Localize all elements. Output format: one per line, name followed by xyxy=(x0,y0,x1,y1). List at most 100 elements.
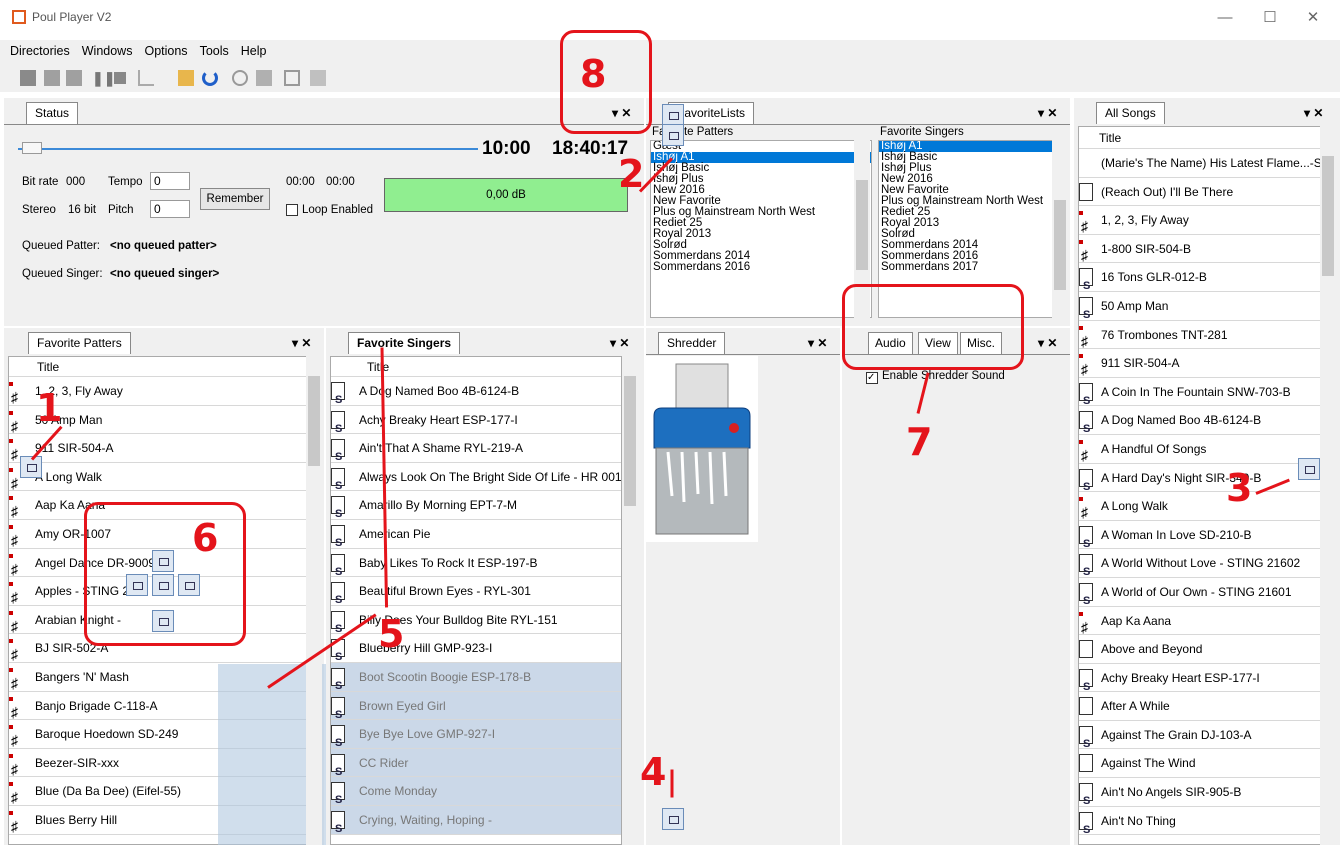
table-row[interactable]: Bye Bye Love GMP-927-I xyxy=(331,720,621,757)
play-icon[interactable] xyxy=(66,70,82,86)
tab-favorite-singers[interactable]: Favorite Singers xyxy=(348,332,461,354)
table-row[interactable]: A Hard Day's Night SIR-340-B xyxy=(1079,464,1335,501)
column-header-title[interactable]: Title xyxy=(1079,127,1335,149)
scroll-thumb[interactable] xyxy=(308,376,320,466)
dock-bottom-indicator[interactable] xyxy=(662,808,684,830)
maximize-button[interactable]: ☐ xyxy=(1250,6,1290,30)
all-songs-scrollbar[interactable] xyxy=(1320,126,1336,845)
column-header-title[interactable]: Title xyxy=(331,357,621,377)
table-row[interactable]: A Woman In Love SD-210-B xyxy=(1079,521,1335,558)
stop-icon[interactable] xyxy=(114,72,126,84)
shred-icon[interactable] xyxy=(256,70,272,86)
table-row[interactable]: Amarillo By Morning EPT-7-M xyxy=(331,491,621,528)
table-row[interactable]: Beautiful Brown Eyes - RYL-301 xyxy=(331,577,621,614)
table-row[interactable]: (Marie's The Name) His Latest Flame...-S… xyxy=(1079,149,1335,178)
table-row[interactable]: A Dog Named Boo 4B-6124-B xyxy=(1079,406,1335,443)
table-row[interactable]: Achy Breaky Heart ESP-177-I xyxy=(1079,664,1335,701)
table-row[interactable]: 911 SIR-504-A xyxy=(9,434,319,468)
curve-icon[interactable] xyxy=(138,70,154,86)
table-row[interactable]: (Reach Out) I'll Be There xyxy=(1079,178,1335,207)
list-item[interactable]: Sommerdans 2016 xyxy=(651,261,871,273)
dock-top-arrow[interactable] xyxy=(662,124,684,146)
table-row[interactable]: Aap Ka Aana xyxy=(1079,607,1335,641)
shredder-image[interactable] xyxy=(646,356,758,542)
pitch-stepper[interactable]: 0 xyxy=(150,200,190,218)
table-row[interactable]: 911 SIR-504-A xyxy=(1079,349,1335,383)
edit-icon[interactable] xyxy=(284,70,300,86)
refresh-icon[interactable] xyxy=(202,70,218,86)
favorite-patters-controls[interactable]: ▾ ✕ xyxy=(292,336,311,350)
dock-top-indicator[interactable] xyxy=(662,104,684,126)
table-row[interactable]: A World Without Love - STING 21602 xyxy=(1079,549,1335,586)
position-slider[interactable] xyxy=(18,148,478,150)
table-row[interactable]: Brown Eyed Girl xyxy=(331,691,621,729)
remember-button[interactable]: Remember xyxy=(200,188,270,210)
list-icon[interactable] xyxy=(20,70,36,86)
export-icon[interactable] xyxy=(310,70,326,86)
table-row[interactable]: A Coin In The Fountain SNW-703-B xyxy=(1079,378,1335,415)
position-slider-thumb[interactable] xyxy=(22,142,42,154)
menu-help[interactable]: Help xyxy=(235,40,273,62)
enable-shredder-checkbox[interactable]: ✓ xyxy=(866,372,878,384)
table-row[interactable]: A Long Walk xyxy=(1079,492,1335,526)
table-row[interactable]: Always Look On The Bright Side Of Life -… xyxy=(331,463,621,500)
tab-status[interactable]: Status xyxy=(26,102,79,124)
table-row[interactable]: Crying, Waiting, Hoping - xyxy=(331,805,621,843)
all-songs-controls[interactable]: ▾ ✕ xyxy=(1304,106,1323,120)
dock-right-indicator[interactable] xyxy=(1298,458,1320,480)
play-next-icon[interactable] xyxy=(44,70,60,86)
patters-favorite-list[interactable]: Gæst Ishøj A1 Ishøj Basic Ishøj Plus New… xyxy=(650,140,872,318)
column-header-title[interactable]: Title xyxy=(9,357,319,377)
list-item[interactable]: Sommerdans 2017 xyxy=(879,261,1067,273)
table-row[interactable]: 16 Tons GLR-012-B xyxy=(1079,263,1335,300)
menu-windows[interactable]: Windows xyxy=(76,40,139,62)
table-row[interactable]: 1, 2, 3, Fly Away xyxy=(1079,206,1335,240)
table-row[interactable]: A Handful Of Songs xyxy=(1079,435,1335,469)
pause-icon[interactable]: ❚❚ xyxy=(92,70,115,86)
table-row[interactable]: Boot Scootin Boogie ESP-178-B xyxy=(331,662,621,700)
scroll-thumb[interactable] xyxy=(856,180,868,270)
singers-list-scrollbar[interactable] xyxy=(1052,140,1068,318)
table-row[interactable]: American Pie xyxy=(331,520,621,557)
table-row[interactable]: Come Monday xyxy=(331,777,621,814)
shredder-controls[interactable]: ▾ ✕ xyxy=(808,336,827,350)
table-row[interactable]: A Long Walk xyxy=(9,463,319,497)
table-row[interactable]: CC Rider xyxy=(331,748,621,786)
menu-directories[interactable]: Directories xyxy=(4,40,76,62)
table-row[interactable]: Against The Grain DJ-103-A xyxy=(1079,721,1335,758)
table-row[interactable]: Achy Breaky Heart ESP-177-I xyxy=(331,406,621,443)
table-row[interactable]: Billy Does Your Bulldog Bite RYL-151 xyxy=(331,606,621,643)
options-controls[interactable]: ▾ ✕ xyxy=(1038,336,1057,350)
menu-tools[interactable]: Tools xyxy=(194,40,235,62)
tab-favorite-patters[interactable]: Favorite Patters xyxy=(28,332,131,354)
patters-scrollbar[interactable] xyxy=(306,356,322,845)
table-row[interactable]: A Dog Named Boo 4B-6124-B xyxy=(331,377,621,414)
table-row[interactable]: A World of Our Own - STING 21601 xyxy=(1079,578,1335,615)
close-button[interactable]: ✕ xyxy=(1293,6,1333,30)
tab-all-songs[interactable]: All Songs xyxy=(1096,102,1165,124)
table-row[interactable]: 1-800 SIR-504-B xyxy=(1079,235,1335,269)
table-row[interactable]: Ain't No Angels SIR-905-B xyxy=(1079,778,1335,815)
favorite-singers-controls[interactable]: ▾ ✕ xyxy=(610,336,629,350)
singers-scrollbar[interactable] xyxy=(622,356,638,845)
table-row[interactable]: 50 Amp Man xyxy=(1079,292,1335,329)
table-row[interactable]: 76 Trombones TNT-281 xyxy=(1079,321,1335,355)
table-row[interactable]: After A While xyxy=(1079,692,1335,721)
table-row[interactable]: Ain't No Thing xyxy=(1079,807,1335,844)
tab-shredder[interactable]: Shredder xyxy=(658,332,726,354)
folder-icon[interactable] xyxy=(178,70,194,86)
favorite-lists-controls[interactable]: ▾ ✕ xyxy=(1038,106,1057,120)
minimize-button[interactable]: — xyxy=(1205,6,1245,30)
table-row[interactable]: Baby Likes To Rock It ESP-197-B xyxy=(331,549,621,586)
table-row[interactable]: Above and Beyond xyxy=(1079,635,1335,664)
loop-checkbox[interactable] xyxy=(286,204,298,216)
scroll-thumb[interactable] xyxy=(1054,200,1066,290)
scroll-thumb[interactable] xyxy=(624,376,636,506)
link-icon[interactable] xyxy=(232,70,248,86)
tempo-stepper[interactable]: 0 xyxy=(150,172,190,190)
table-row[interactable]: Ain't That A Shame RYL-219-A xyxy=(331,434,621,471)
table-row[interactable]: Against The Wind xyxy=(1079,749,1335,779)
table-row[interactable]: Blueberry Hill GMP-923-I xyxy=(331,634,621,671)
menu-options[interactable]: Options xyxy=(138,40,193,62)
scroll-thumb[interactable] xyxy=(1322,156,1334,276)
